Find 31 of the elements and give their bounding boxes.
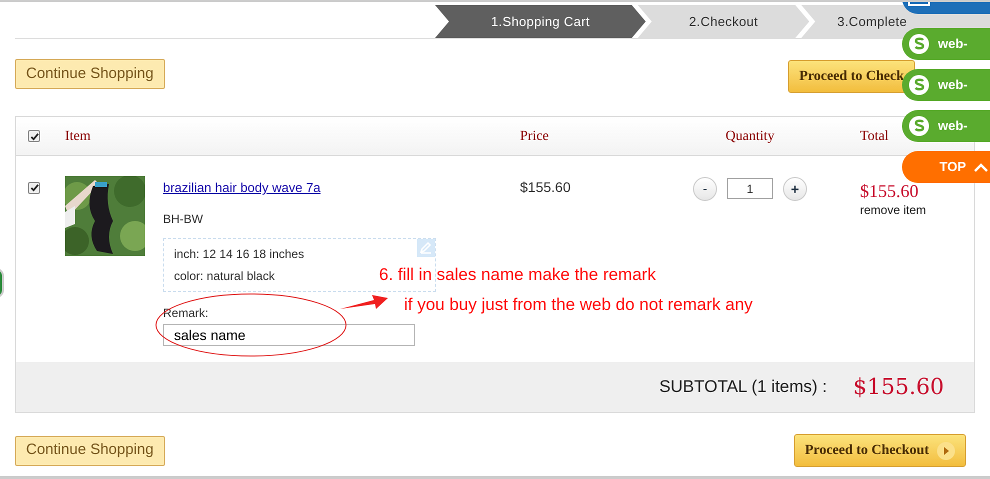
checkbox[interactable] (28, 182, 40, 194)
subtotal-amount: $155.60 (853, 374, 944, 402)
column-header: Total (859, 128, 889, 146)
continue-shopping-button[interactable]: Continue Shopping (15, 59, 165, 89)
subtotal-label: SUBTOTAL (1 items) : (659, 376, 828, 398)
column-header: Item (65, 128, 92, 146)
remark-label: Remark: (163, 304, 208, 322)
option-text: color: natural black (174, 268, 275, 284)
annotation-text: if you buy just from the web do not remark any (404, 294, 753, 316)
column-header: Price (520, 128, 550, 146)
increase-button[interactable]: + (783, 177, 807, 201)
product-link[interactable]: brazilian hair body wave 7a (163, 178, 321, 198)
annotation-arrow (340, 293, 390, 311)
column-header: Quantity (724, 128, 776, 146)
checkbox[interactable] (28, 130, 40, 142)
skype-icon (908, 33, 930, 55)
checkout-button[interactable]: Proceed to Check (788, 60, 915, 93)
price-text: $155.60 (520, 179, 571, 195)
remove-item-link[interactable]: remove item (860, 201, 926, 219)
checkout-button[interactable]: Proceed to Checkout (794, 434, 966, 467)
continue-shopping-button[interactable]: Continue Shopping (15, 436, 165, 466)
product-sku: BH-BW (163, 210, 203, 228)
annotation-text: 6. fill in sales name make the remark (379, 264, 656, 286)
skype-icon (908, 74, 930, 96)
skype-icon (908, 115, 930, 137)
up-caret-icon (974, 162, 988, 172)
remark-field[interactable]: sales name (163, 324, 415, 346)
decrease-button[interactable]: - (693, 177, 717, 201)
total-price: $155.60 (860, 181, 920, 201)
quantity-field[interactable]: 1 (727, 178, 773, 199)
option-text: inch: 12 14 16 18 inches (174, 246, 304, 262)
